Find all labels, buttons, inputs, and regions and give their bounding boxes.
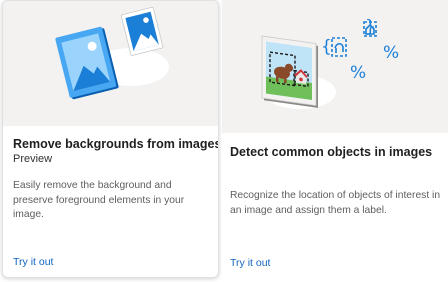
percent-glyph: % — [350, 63, 366, 83]
percent-glyph: % — [383, 43, 399, 63]
image-background-removal-illustration — [55, 6, 169, 100]
try-it-out-link[interactable]: Try it out — [230, 257, 270, 269]
card-hero — [3, 1, 218, 126]
remove-backgrounds-card[interactable]: Remove backgrounds from images Preview E… — [2, 0, 219, 278]
card-description: Recognize the location of objects of int… — [230, 190, 441, 216]
try-it-out-link[interactable]: Try it out — [13, 256, 53, 268]
detect-objects-card[interactable]: { } % % Detect common objects in images … — [222, 0, 448, 278]
card-hero: { } % % — [222, 0, 448, 133]
card-title: Remove backgrounds from images — [13, 137, 219, 151]
preview-badge: Preview — [13, 153, 53, 165]
card-description: Easily remove the background and preserv… — [13, 180, 185, 220]
open-brace-glyph: { — [321, 37, 332, 57]
card-title: Detect common objects in images — [230, 145, 433, 159]
object-detection-illustration: { } % % — [261, 17, 399, 109]
